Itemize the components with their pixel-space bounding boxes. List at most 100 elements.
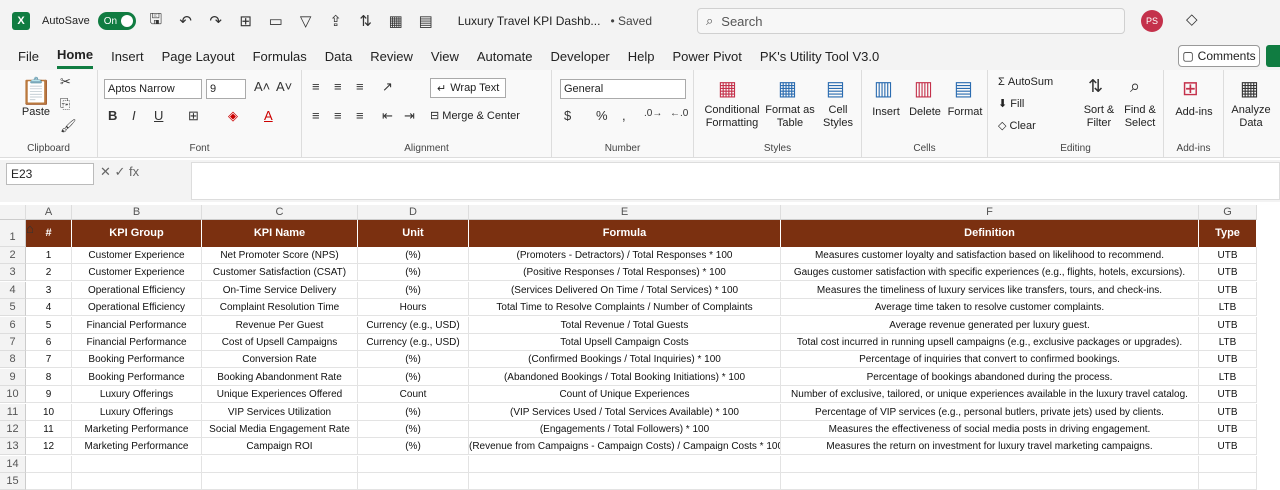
- table-cell[interactable]: Marketing Performance: [72, 421, 202, 438]
- column-header-c[interactable]: C: [202, 205, 358, 220]
- table-cell[interactable]: VIP Services Utilization: [202, 403, 358, 421]
- freeze-icon[interactable]: ▦: [386, 12, 406, 30]
- fx-icon[interactable]: ✕ ✓ fx: [100, 164, 139, 180]
- autosum-button[interactable]: Σ AutoSum: [998, 76, 1078, 89]
- fill-color-icon[interactable]: ◈: [228, 108, 238, 124]
- addins-label[interactable]: Add-ins: [1168, 106, 1220, 119]
- paste-icon[interactable]: 📋: [20, 76, 52, 107]
- undo-icon[interactable]: ↶: [176, 12, 196, 30]
- tab-page-layout[interactable]: Page Layout: [162, 45, 235, 68]
- table-cell[interactable]: Measures the effectiveness of social med…: [781, 421, 1199, 438]
- decrease-indent-icon[interactable]: ⇤: [382, 108, 393, 124]
- borders-icon[interactable]: ⊞: [236, 12, 256, 30]
- table-cell[interactable]: UTB: [1199, 264, 1257, 282]
- table-cell[interactable]: Luxury Offerings: [72, 403, 202, 421]
- table-cell[interactable]: Gauges customer satisfaction with specif…: [781, 264, 1199, 282]
- table-cell[interactable]: Net Promoter Score (NPS): [202, 247, 358, 264]
- insert-cells-icon[interactable]: ▥: [874, 76, 893, 101]
- merge-center-button[interactable]: ⊟ Merge & Center: [430, 110, 546, 123]
- tab-automate[interactable]: Automate: [477, 45, 533, 68]
- table-cell[interactable]: Total Revenue / Total Guests: [469, 316, 781, 334]
- save-icon[interactable]: 🖫: [146, 9, 166, 34]
- tab-home[interactable]: Home: [56, 43, 94, 69]
- decrease-font-icon[interactable]: A˅: [276, 79, 292, 94]
- table-cell[interactable]: LTB: [1199, 368, 1257, 386]
- table-cell[interactable]: 5: [26, 316, 72, 334]
- table-cell[interactable]: Luxury Offerings: [72, 386, 202, 404]
- table-cell[interactable]: UTB: [1199, 316, 1257, 334]
- calculator-icon[interactable]: ▤: [416, 12, 436, 30]
- row-header[interactable]: 4: [0, 281, 26, 299]
- table-cell[interactable]: UTB: [1199, 403, 1257, 421]
- table-cell[interactable]: Unique Experiences Offered: [202, 386, 358, 404]
- tab-data[interactable]: Data: [325, 45, 352, 68]
- format-table-label[interactable]: Format as Table: [764, 104, 816, 130]
- table-cell[interactable]: (%): [358, 421, 469, 438]
- find-select-label[interactable]: Find & Select: [1120, 104, 1160, 130]
- table-cell[interactable]: 11: [26, 421, 72, 438]
- row-header[interactable]: 3: [0, 264, 26, 282]
- table-cell[interactable]: 4: [26, 299, 72, 317]
- row-header[interactable]: 2: [0, 247, 26, 264]
- italic-icon[interactable]: I: [132, 108, 136, 123]
- table-cell[interactable]: Average time taken to resolve customer c…: [781, 299, 1199, 317]
- table-cell[interactable]: Percentage of VIP services (e.g., person…: [781, 403, 1199, 421]
- table-cell[interactable]: Financial Performance: [72, 316, 202, 334]
- wrap-text-button[interactable]: ↵ Wrap Text: [430, 78, 507, 98]
- copy-icon[interactable]: ⎘: [60, 96, 70, 112]
- row-header[interactable]: 14: [0, 455, 26, 473]
- row-header[interactable]: 7: [0, 334, 26, 351]
- tab-review[interactable]: Review: [370, 45, 413, 68]
- table-cell[interactable]: [26, 473, 72, 490]
- table-cell[interactable]: Hours: [358, 299, 469, 317]
- table-cell[interactable]: Booking Performance: [72, 351, 202, 369]
- table-cell[interactable]: Marketing Performance: [72, 438, 202, 456]
- table-cell[interactable]: Total Upsell Campaign Costs: [469, 334, 781, 351]
- premium-diamond-icon[interactable]: ◇: [1186, 10, 1198, 28]
- table-cell[interactable]: (%): [358, 368, 469, 386]
- table-cell[interactable]: 3: [26, 281, 72, 299]
- paste-label[interactable]: Paste: [16, 106, 56, 119]
- table-cell[interactable]: Measures the timeliness of luxury servic…: [781, 281, 1199, 299]
- tab-pk-s-utility-tool-v3-0[interactable]: PK's Utility Tool V3.0: [760, 45, 879, 68]
- cell-styles-icon[interactable]: ▤: [826, 76, 845, 101]
- table-cell[interactable]: 2: [26, 264, 72, 282]
- table-cell[interactable]: [26, 455, 72, 473]
- column-header-f[interactable]: F: [781, 205, 1199, 220]
- table-cell[interactable]: Operational Efficiency: [72, 299, 202, 317]
- underline-icon[interactable]: U: [154, 108, 163, 123]
- table-cell[interactable]: 12: [26, 438, 72, 456]
- table-cell[interactable]: [469, 455, 781, 473]
- table-cell[interactable]: (%): [358, 264, 469, 282]
- row-header[interactable]: 11: [0, 403, 26, 421]
- table-cell[interactable]: (%): [358, 281, 469, 299]
- formula-input[interactable]: [191, 162, 1280, 200]
- table-cell[interactable]: On-Time Service Delivery: [202, 281, 358, 299]
- redo-icon[interactable]: ↷: [206, 12, 226, 30]
- table-cell[interactable]: (Confirmed Bookings / Total Inquiries) *…: [469, 351, 781, 369]
- conditional-formatting-label[interactable]: Conditional Formatting: [698, 104, 766, 130]
- bold-icon[interactable]: B: [108, 108, 117, 123]
- analyze-data-icon[interactable]: ▦: [1240, 76, 1259, 101]
- sort-filter-icon[interactable]: ⇅: [1088, 76, 1103, 97]
- decrease-decimal-icon[interactable]: ←.0: [670, 108, 688, 119]
- table-cell[interactable]: Count: [358, 386, 469, 404]
- row-header[interactable]: 13: [0, 438, 26, 456]
- table-cell[interactable]: UTB: [1199, 247, 1257, 264]
- table-cell[interactable]: Conversion Rate: [202, 351, 358, 369]
- conditional-formatting-icon[interactable]: ▦: [718, 76, 737, 101]
- avatar[interactable]: PS: [1141, 10, 1163, 32]
- align-right-icon[interactable]: ≡: [356, 108, 364, 123]
- table-cell[interactable]: UTB: [1199, 386, 1257, 404]
- autosave-toggle[interactable]: On: [97, 12, 136, 30]
- format-painter-icon[interactable]: 🖌: [60, 118, 77, 134]
- table-cell[interactable]: 1: [26, 247, 72, 264]
- delete-cells-icon[interactable]: ▥: [914, 76, 933, 101]
- table-cell[interactable]: Operational Efficiency: [72, 281, 202, 299]
- table-cell[interactable]: Customer Experience: [72, 264, 202, 282]
- percent-icon[interactable]: %: [596, 108, 608, 123]
- table-cell[interactable]: Customer Experience: [72, 247, 202, 264]
- column-header-a[interactable]: A: [26, 205, 72, 220]
- name-box[interactable]: E23: [6, 163, 94, 185]
- table-cell[interactable]: [358, 455, 469, 473]
